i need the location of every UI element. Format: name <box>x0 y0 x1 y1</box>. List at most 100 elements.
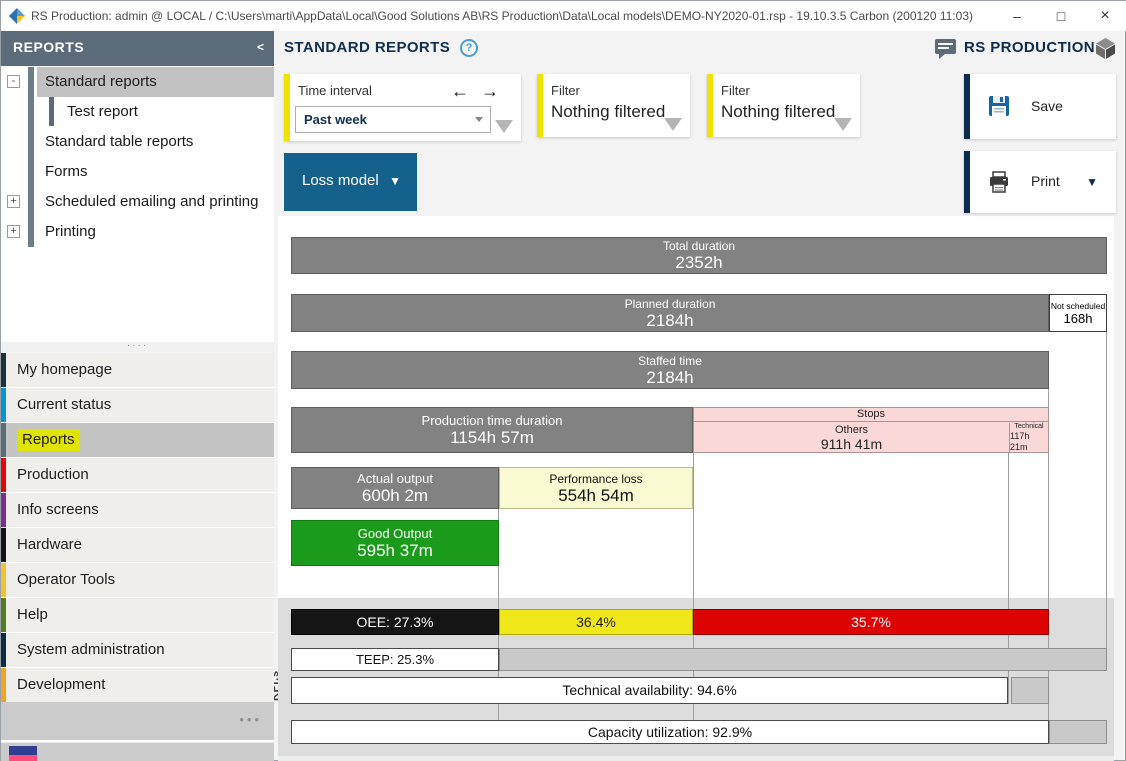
bar-actual-output: Actual output 600h 2m <box>291 467 499 509</box>
loss-model-label: Loss model <box>302 172 379 189</box>
menu-color-strip <box>1 563 6 597</box>
time-interval-select[interactable]: Past week <box>295 106 491 133</box>
bar-value: 117h 21m <box>1010 431 1048 453</box>
sidebar-footer: ••• <box>1 702 274 740</box>
collapse-expander-icon[interactable]: - <box>7 75 20 88</box>
time-interval-expand-arrow-icon[interactable] <box>495 120 513 133</box>
filter-value: Nothing filtered <box>721 102 835 122</box>
maximize-button[interactable]: □ <box>1039 1 1083 31</box>
menu-color-strip <box>1 423 6 457</box>
bar-label: Planned duration <box>625 297 716 311</box>
filter-value: Nothing filtered <box>551 102 665 122</box>
save-button[interactable]: Save <box>964 74 1116 139</box>
menu-item-label: Hardware <box>17 528 82 562</box>
card-accent-stripe <box>284 74 290 141</box>
sidebar-item-operator-tools[interactable]: Operator Tools <box>1 563 274 597</box>
time-interval-value: Past week <box>304 112 367 127</box>
sidebar-item-info-screens[interactable]: Info screens <box>1 493 274 527</box>
card-accent-stripe <box>707 74 713 137</box>
more-options-dots-icon[interactable]: ••• <box>239 712 262 727</box>
help-icon[interactable]: ? <box>460 39 478 57</box>
menu-item-label: Operator Tools <box>17 563 115 597</box>
menu-color-strip <box>1 668 6 702</box>
sidebar-item-help[interactable]: Help <box>1 598 274 632</box>
bar-value: 168h <box>1064 311 1093 326</box>
sidebar-item-reports[interactable]: Reports <box>1 423 274 457</box>
previous-interval-arrow-icon[interactable]: ← <box>451 81 469 102</box>
bar-total-duration: Total duration 2352h <box>291 237 1107 274</box>
language-flag-icon[interactable] <box>9 746 37 761</box>
menu-item-label: Help <box>17 598 48 632</box>
kpi-teep: TEEP: 25.3% <box>291 648 499 671</box>
save-button-label: Save <box>1031 98 1063 114</box>
sidebar-item-hardware[interactable]: Hardware <box>1 528 274 562</box>
menu-item-label: Info screens <box>17 493 99 527</box>
tree-item-label: Forms <box>45 157 88 187</box>
minimize-button[interactable]: – <box>995 1 1039 31</box>
bar-label: Good Output <box>358 527 432 541</box>
sidebar-collapse-icon[interactable]: < <box>257 40 264 54</box>
tree-item-label: Printing <box>45 217 96 247</box>
expand-expander-icon[interactable]: + <box>7 225 20 238</box>
next-interval-arrow-icon[interactable]: → <box>481 81 499 102</box>
stops-technical: Technical 117h 21m <box>1009 423 1048 452</box>
sidebar-header-title: REPORTS <box>13 39 84 55</box>
menu-color-strip <box>1 493 6 527</box>
menu-color-strip <box>1 353 6 387</box>
stops-header: Stops <box>694 408 1048 422</box>
bar-value: 911h 41m <box>821 436 882 452</box>
menu-color-strip <box>1 528 6 562</box>
loss-model-button[interactable]: Loss model ▼ <box>284 153 417 211</box>
tree-item-forms[interactable]: Forms <box>1 157 274 187</box>
sidebar: REPORTS < - Standard reports Test report… <box>1 31 274 761</box>
sidebar-header: REPORTS < <box>1 31 274 66</box>
menu-color-strip <box>1 458 6 492</box>
filter-card-1: Filter Nothing filtered <box>537 74 690 137</box>
sidebar-item-system-administration[interactable]: System administration <box>1 633 274 667</box>
bar-value: 554h 54m <box>558 486 634 505</box>
save-floppy-icon <box>988 95 1010 117</box>
tree-item-printing[interactable]: + Printing <box>1 217 274 247</box>
kpi-oee: OEE: 27.3% <box>291 609 499 635</box>
tree-item-label: Standard reports <box>45 67 157 97</box>
print-button[interactable]: Print ▼ <box>964 151 1116 213</box>
menu-item-label: Current status <box>17 388 111 422</box>
tree-item-test-report[interactable]: Test report <box>1 97 274 127</box>
menu-item-label: System administration <box>17 633 165 667</box>
bar-label: Production time duration <box>422 414 563 428</box>
print-printer-icon <box>988 171 1010 193</box>
loss-model-dropdown-arrow-icon: ▼ <box>389 174 401 188</box>
card-accent-stripe <box>964 151 970 213</box>
app-logo-icon <box>9 8 25 24</box>
time-interval-label: Time interval <box>298 83 372 98</box>
sidebar-item-my-homepage[interactable]: My homepage <box>1 353 274 387</box>
kpi-technical-availability: Technical availability: 94.6% <box>291 677 1008 704</box>
select-caret-icon <box>475 117 483 122</box>
filter-expand-arrow-icon[interactable] <box>834 118 852 131</box>
filter-label: Filter <box>721 83 750 98</box>
bar-label: Staffed time <box>638 354 702 368</box>
page-title: STANDARD REPORTS <box>284 39 450 56</box>
stops-others: Others 911h 41m <box>694 423 1009 452</box>
close-button[interactable]: × <box>1083 1 1126 31</box>
bar-label: Others <box>835 424 868 436</box>
sidebar-item-development[interactable]: Development <box>1 668 274 702</box>
bar-label: Not scheduled <box>1051 301 1105 311</box>
bar-value: 2184h <box>646 311 693 330</box>
print-dropdown-arrow-icon: ▼ <box>1086 175 1098 189</box>
tree-item-scheduled-emailing[interactable]: + Scheduled emailing and printing <box>1 187 274 217</box>
bar-planned-duration: Planned duration 2184h <box>291 294 1049 332</box>
menu-item-label: Production <box>17 458 89 492</box>
app-window: RS Production: admin @ LOCAL / C:\Users\… <box>0 0 1126 761</box>
expand-expander-icon[interactable]: + <box>7 195 20 208</box>
tree-item-standard-reports[interactable]: - Standard reports <box>1 67 274 97</box>
bar-value: 2352h <box>675 253 722 272</box>
kpi-capacity-utilization: Capacity utilization: 92.9% <box>291 720 1049 744</box>
sidebar-splitter-handle[interactable]: ···· <box>1 342 274 353</box>
filter-expand-arrow-icon[interactable] <box>664 118 682 131</box>
sidebar-item-production[interactable]: Production <box>1 458 274 492</box>
sidebar-item-current-status[interactable]: Current status <box>1 388 274 422</box>
tree-item-standard-table-reports[interactable]: Standard table reports <box>1 127 274 157</box>
feedback-chat-icon[interactable] <box>934 38 957 60</box>
bar-stops: Stops Others 911h 41m Technical 117h 21m <box>693 407 1049 453</box>
